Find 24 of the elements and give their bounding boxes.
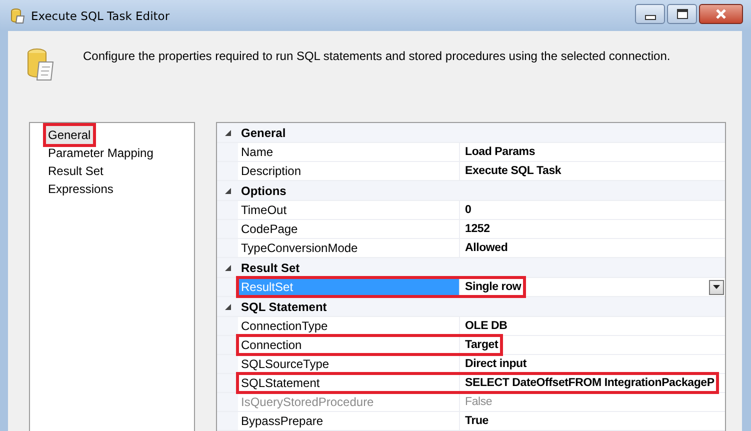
collapse-icon[interactable] bbox=[224, 128, 232, 136]
page-item[interactable]: Expressions bbox=[46, 180, 116, 198]
category-label: Options bbox=[241, 184, 286, 198]
maximize-button[interactable] bbox=[667, 4, 697, 24]
dropdown-button[interactable] bbox=[709, 280, 724, 294]
database-icon bbox=[10, 8, 26, 24]
page-item[interactable]: Parameter Mapping bbox=[46, 144, 156, 162]
window-title: Execute SQL Task Editor bbox=[31, 8, 171, 22]
collapse-icon[interactable] bbox=[224, 302, 232, 310]
minimize-button[interactable] bbox=[635, 4, 665, 24]
close-button[interactable] bbox=[699, 4, 743, 24]
property-name[interactable]: TimeOut bbox=[238, 201, 460, 219]
close-icon bbox=[715, 9, 727, 19]
description-text: Configure the properties required to run SQL statements and stored procedures using the selected connection. bbox=[83, 48, 670, 63]
collapse-icon[interactable] bbox=[224, 264, 232, 272]
property-name[interactable]: TypeConversionMode bbox=[238, 239, 460, 257]
category-label: Result Set bbox=[241, 260, 300, 274]
category-label: SQL Statement bbox=[241, 300, 327, 314]
collapse-icon[interactable] bbox=[224, 186, 232, 194]
database-icon bbox=[26, 48, 56, 82]
category-label: General bbox=[241, 126, 286, 140]
page-item[interactable]: Result Set bbox=[46, 162, 106, 180]
caret-icon bbox=[713, 285, 720, 289]
page-item[interactable]: General bbox=[46, 126, 93, 144]
